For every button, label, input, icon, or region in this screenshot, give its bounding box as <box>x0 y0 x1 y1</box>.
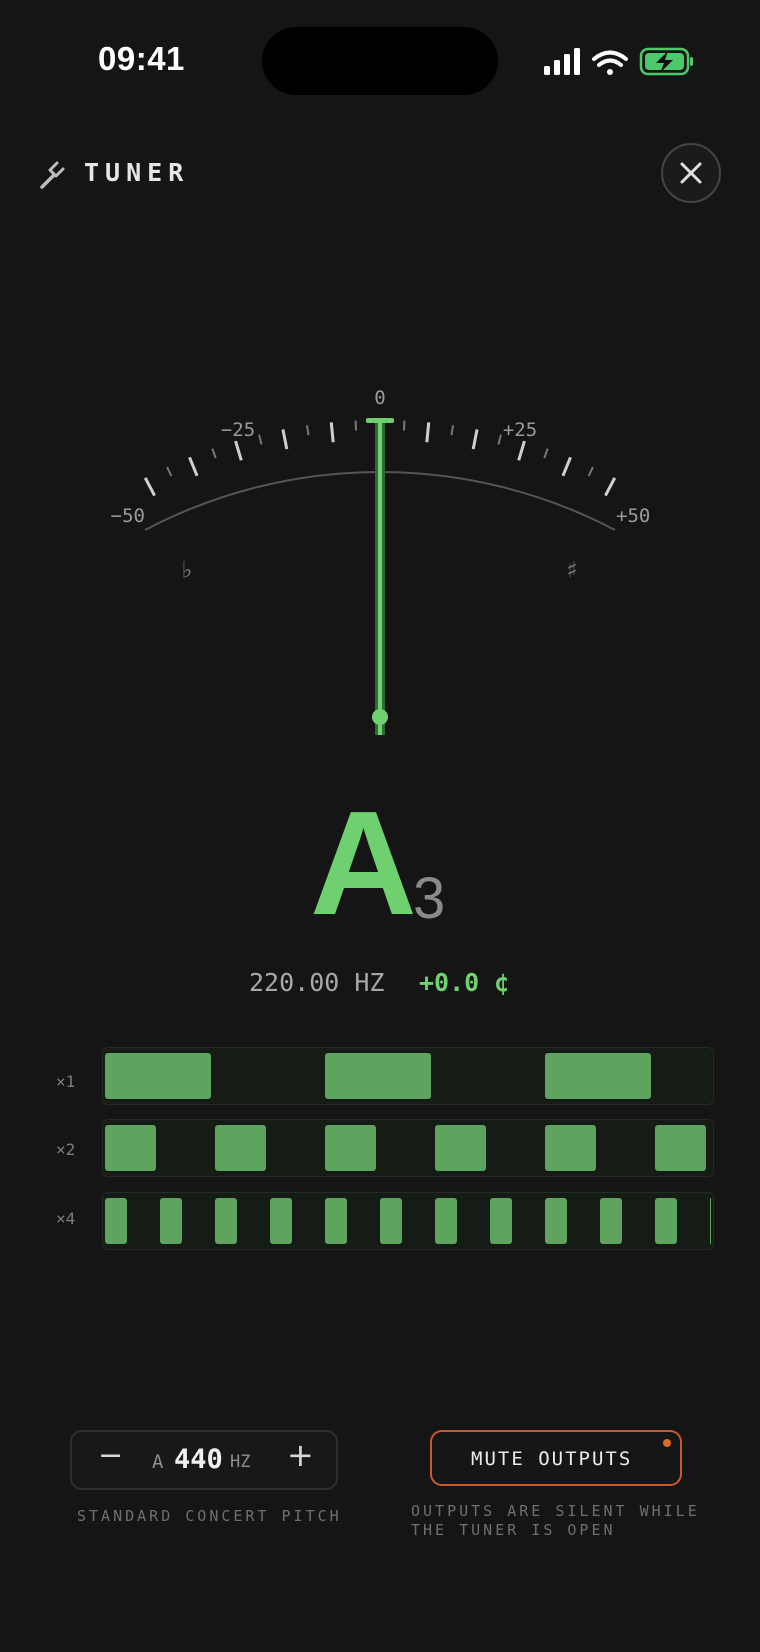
sharp-symbol: ♯ <box>565 556 579 584</box>
harmonic-track-x4 <box>102 1192 714 1250</box>
harmonic-track-x1 <box>102 1047 714 1105</box>
mute-caption-line-1: OUTPUTS ARE SILENT WHILE <box>411 1502 700 1520</box>
meter-tick <box>543 448 549 459</box>
harmonic-segment <box>160 1198 182 1244</box>
decrease-pitch-button[interactable]: − <box>98 1438 123 1473</box>
detected-frequency: 220.00 HZ <box>249 968 385 997</box>
harmonic-segment <box>105 1198 127 1244</box>
harmonic-segment <box>215 1198 237 1244</box>
reference-note: A <box>152 1451 164 1473</box>
reference-pitch-unit: HZ <box>230 1452 251 1472</box>
harmonic-segment <box>325 1125 376 1171</box>
meter-tick <box>587 466 594 477</box>
harmonic-segment <box>380 1198 402 1244</box>
harmonic-segment <box>545 1198 567 1244</box>
meter-label-minus25: −25 <box>221 419 255 441</box>
harmonic-segment <box>545 1125 596 1171</box>
mute-caption-line-2: THE TUNER IS OPEN <box>411 1521 616 1539</box>
meter-tick <box>450 425 454 436</box>
battery-charging-icon <box>639 47 693 76</box>
harmonic-segment <box>490 1198 512 1244</box>
meter-tick <box>234 440 243 461</box>
flat-symbol: ♭ <box>180 556 194 584</box>
meter-tick <box>517 440 526 461</box>
meter-needle <box>366 418 394 735</box>
meter-tick <box>561 456 572 477</box>
mute-indicator-dot <box>663 1439 671 1447</box>
meter-tick <box>166 466 173 477</box>
harmonic-segment <box>325 1053 431 1099</box>
harmonic-label-x1: ×1 <box>56 1072 76 1091</box>
meter-tick <box>425 422 431 443</box>
harmonic-track-x2 <box>102 1119 714 1177</box>
close-icon <box>680 162 702 184</box>
meter-label-plus50: +50 <box>616 505 650 527</box>
harmonic-segment <box>710 1198 711 1244</box>
cellular-signal-icon <box>544 48 580 75</box>
tuning-meter: −50 −25 0 +25 +50 ♭ ♯ <box>111 387 650 735</box>
cents-deviation: +0.0 ¢ <box>419 968 510 997</box>
harmonic-segment <box>105 1053 211 1099</box>
dynamic-island <box>262 27 498 95</box>
meter-tick <box>188 456 199 477</box>
meter-tick <box>306 425 310 436</box>
close-button[interactable] <box>661 143 721 203</box>
harmonic-label-x4: ×4 <box>56 1209 76 1228</box>
harmonic-segment <box>105 1125 156 1171</box>
reference-pitch-value: 440 <box>174 1444 223 1475</box>
wifi-icon <box>592 50 628 75</box>
harmonic-segment <box>325 1198 347 1244</box>
meter-tick <box>329 422 335 443</box>
meter-tick <box>281 429 289 450</box>
meter-tick <box>471 429 479 450</box>
meter-tick <box>604 477 617 497</box>
mute-outputs-label[interactable]: MUTE OUTPUTS <box>471 1448 632 1470</box>
meter-tick <box>143 477 156 497</box>
harmonic-segment <box>545 1053 651 1099</box>
detected-octave: 3 <box>413 866 446 931</box>
meter-tick <box>258 434 263 445</box>
meter-tick <box>497 434 502 445</box>
tuning-fork-icon <box>40 161 65 189</box>
meter-label-plus25: +25 <box>503 419 537 441</box>
harmonic-segment <box>655 1125 706 1171</box>
status-time: 09:41 <box>98 40 185 77</box>
harmonic-segment <box>600 1198 622 1244</box>
harmonic-label-x2: ×2 <box>56 1140 76 1159</box>
reference-pitch-caption: STANDARD CONCERT PITCH <box>77 1507 342 1525</box>
increase-pitch-button[interactable]: + <box>287 1436 314 1474</box>
meter-tick <box>211 448 217 459</box>
mute-caption: OUTPUTS ARE SILENT WHILE THE TUNER IS OP… <box>411 1502 700 1540</box>
harmonic-segment <box>270 1198 292 1244</box>
meter-label-zero: 0 <box>374 387 385 409</box>
page-title: TUNER <box>84 158 190 187</box>
harmonic-segment <box>435 1198 457 1244</box>
status-icons <box>544 47 693 76</box>
harmonic-segment <box>655 1198 677 1244</box>
harmonic-segment <box>215 1125 266 1171</box>
detected-note: A <box>310 781 417 946</box>
meter-label-minus50: −50 <box>111 505 145 527</box>
harmonic-segment <box>435 1125 486 1171</box>
